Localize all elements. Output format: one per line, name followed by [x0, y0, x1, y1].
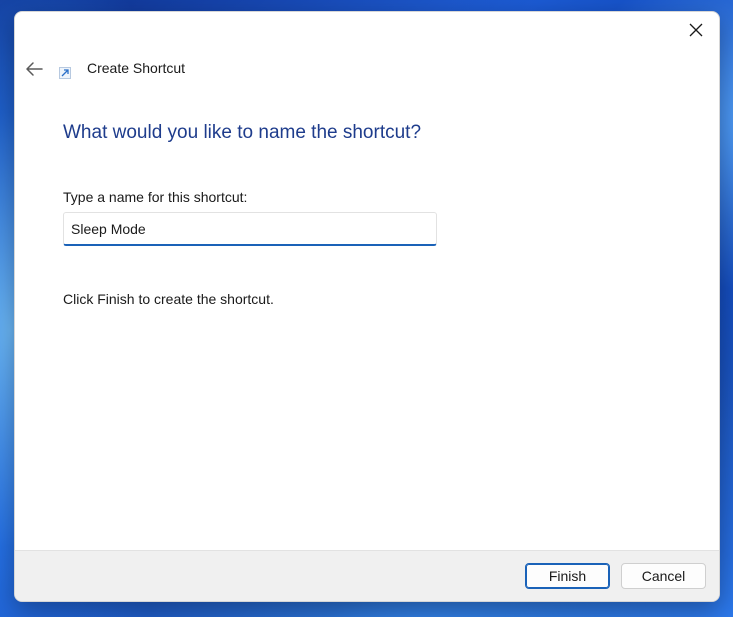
name-field-label: Type a name for this shortcut:: [63, 189, 248, 205]
dialog-title: Create Shortcut: [87, 60, 186, 76]
dialog-footer: Finish Cancel: [15, 550, 719, 601]
back-button[interactable]: [21, 56, 47, 82]
finish-button[interactable]: Finish: [525, 563, 610, 589]
back-arrow-icon: [26, 62, 43, 76]
cancel-button[interactable]: Cancel: [621, 563, 706, 589]
shortcut-icon: [59, 67, 71, 79]
close-button[interactable]: [681, 16, 711, 44]
finish-hint-text: Click Finish to create the shortcut.: [63, 291, 274, 307]
shortcut-name-input[interactable]: [63, 212, 437, 246]
close-icon: [689, 23, 703, 37]
create-shortcut-dialog: Create Shortcut What would you like to n…: [14, 11, 720, 602]
page-heading: What would you like to name the shortcut…: [63, 122, 422, 143]
